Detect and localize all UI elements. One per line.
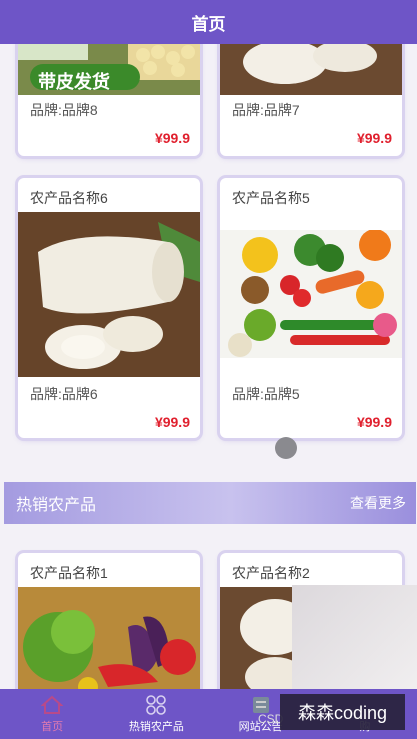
product-card[interactable]: 品牌:品牌7 ¥99.9 — [220, 30, 402, 156]
section-title: 热销农产品 — [16, 497, 97, 514]
product-brand: 品牌:品牌5 — [232, 386, 300, 402]
tab-home[interactable]: 首页 — [0, 689, 104, 739]
home-icon — [41, 694, 64, 716]
tab-label: 首页 — [41, 721, 64, 733]
product-price: ¥99.9 — [154, 414, 190, 430]
product-brand: 品牌:品牌6 — [30, 386, 98, 402]
product-price: ¥99.9 — [356, 130, 392, 146]
product-image — [18, 212, 200, 377]
product-card[interactable]: 农产品名称1 — [18, 553, 200, 703]
tab-label: 热销农产品 — [128, 721, 184, 733]
product-name: 农产品名称2 — [232, 565, 310, 581]
product-card[interactable]: 农产品名称6 品牌:品牌6 ¥99.9 — [18, 178, 200, 438]
product-image — [18, 587, 200, 703]
product-name: 农产品名称6 — [30, 190, 108, 206]
app-header: 首页 — [0, 0, 417, 44]
product-card[interactable]: 带皮发货 品牌:品牌8 ¥99.9 — [18, 30, 200, 156]
product-brand: 品牌:品牌7 — [232, 102, 300, 118]
tab-hot-products[interactable]: 热销农产品 — [104, 689, 208, 739]
product-name: 农产品名称5 — [232, 190, 310, 206]
author-watermark: 森森coding — [280, 694, 405, 730]
product-price: ¥99.9 — [356, 414, 392, 430]
hot-products-section-header: 热销农产品 查看更多 — [4, 482, 416, 524]
promo-banner-text: 带皮发货 — [38, 72, 110, 92]
blurred-region — [292, 585, 417, 695]
product-brand: 品牌:品牌8 — [30, 102, 98, 118]
product-card[interactable]: 农产品名称5 品牌:品牌5 ¥99.9 — [220, 178, 402, 438]
grid-icon — [145, 694, 167, 716]
product-price: ¥99.9 — [154, 130, 190, 146]
product-image — [220, 230, 402, 358]
product-name: 农产品名称1 — [30, 565, 108, 581]
view-more-link[interactable]: 查看更多 — [350, 493, 406, 513]
page-title: 首页 — [191, 14, 226, 34]
floating-touch-dot[interactable] — [275, 437, 297, 459]
